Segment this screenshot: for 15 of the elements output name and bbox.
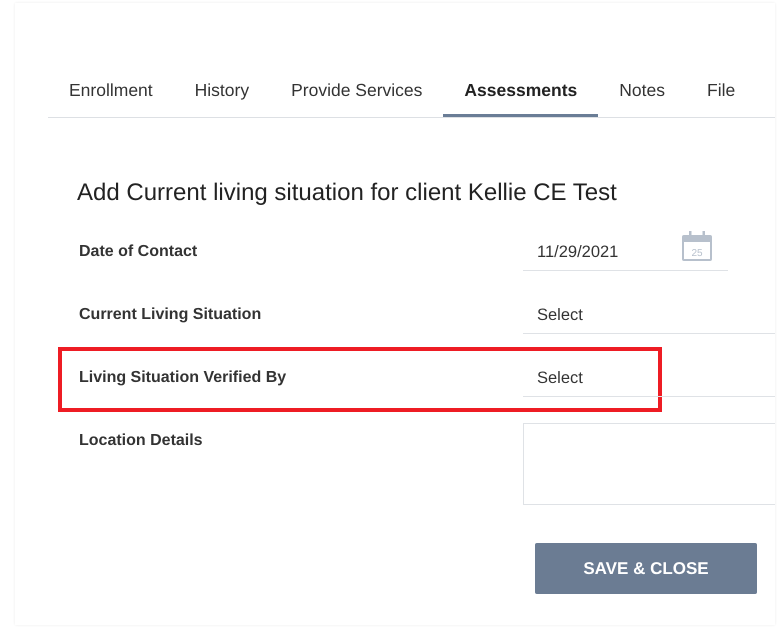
tab[interactable]: Enrollment <box>48 80 174 117</box>
field-label: Location Details <box>79 431 204 451</box>
field-label: Living Situation Verified By <box>79 368 288 388</box>
tab[interactable]: Assessments <box>443 80 598 117</box>
text-area[interactable] <box>523 423 775 505</box>
field-label: Date of Contact <box>79 242 198 262</box>
form-title: Add Current living situation for client Kellie CE Test <box>77 178 618 208</box>
tab[interactable]: Notes <box>598 80 686 117</box>
save-close-button[interactable]: SAVE & CLOSE <box>535 543 757 594</box>
tab[interactable]: History <box>174 80 270 117</box>
select-field[interactable]: Select <box>523 360 775 397</box>
tab[interactable]: File <box>686 80 756 117</box>
select-field[interactable]: Select <box>523 297 775 334</box>
field-label: Current Living Situation <box>79 305 262 325</box>
tab[interactable]: Provide Services <box>270 80 444 117</box>
